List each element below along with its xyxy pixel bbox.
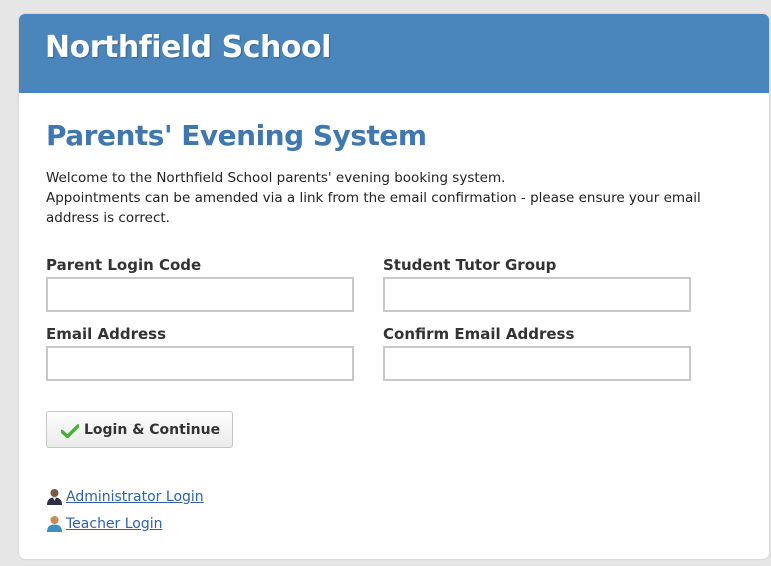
email-address-input[interactable] — [46, 346, 354, 381]
parent-login-code-label: Parent Login Code — [46, 256, 202, 274]
email-address-label: Email Address — [46, 325, 167, 343]
student-tutor-group-input[interactable] — [383, 277, 691, 312]
intro-welcome: Welcome to the Northfield School parents… — [46, 170, 506, 186]
header-banner: Northfield School — [19, 14, 769, 93]
teacher-user-icon — [46, 515, 63, 533]
login-continue-label: Login & Continue — [84, 421, 221, 438]
parent-login-code-input[interactable] — [46, 277, 354, 312]
intro-amend-note: Appointments can be amended via a link f… — [46, 190, 701, 226]
admin-user-icon — [46, 488, 63, 506]
confirm-email-address-label: Confirm Email Address — [383, 325, 575, 343]
teacher-login-row: Teacher Login — [46, 515, 163, 533]
school-name: Northfield School — [45, 30, 331, 65]
page-title: Parents' Evening System — [46, 119, 427, 152]
teacher-login-link[interactable]: Teacher Login — [66, 516, 163, 532]
login-continue-button[interactable]: Login & Continue — [46, 411, 233, 448]
check-icon — [60, 423, 80, 438]
student-tutor-group-label: Student Tutor Group — [383, 256, 557, 274]
login-card: Northfield School Parents' Evening Syste… — [19, 14, 769, 559]
intro-text: Welcome to the Northfield School parents… — [46, 168, 736, 228]
administrator-login-row: Administrator Login — [46, 488, 204, 506]
confirm-email-address-input[interactable] — [383, 346, 691, 381]
administrator-login-link[interactable]: Administrator Login — [66, 489, 204, 505]
